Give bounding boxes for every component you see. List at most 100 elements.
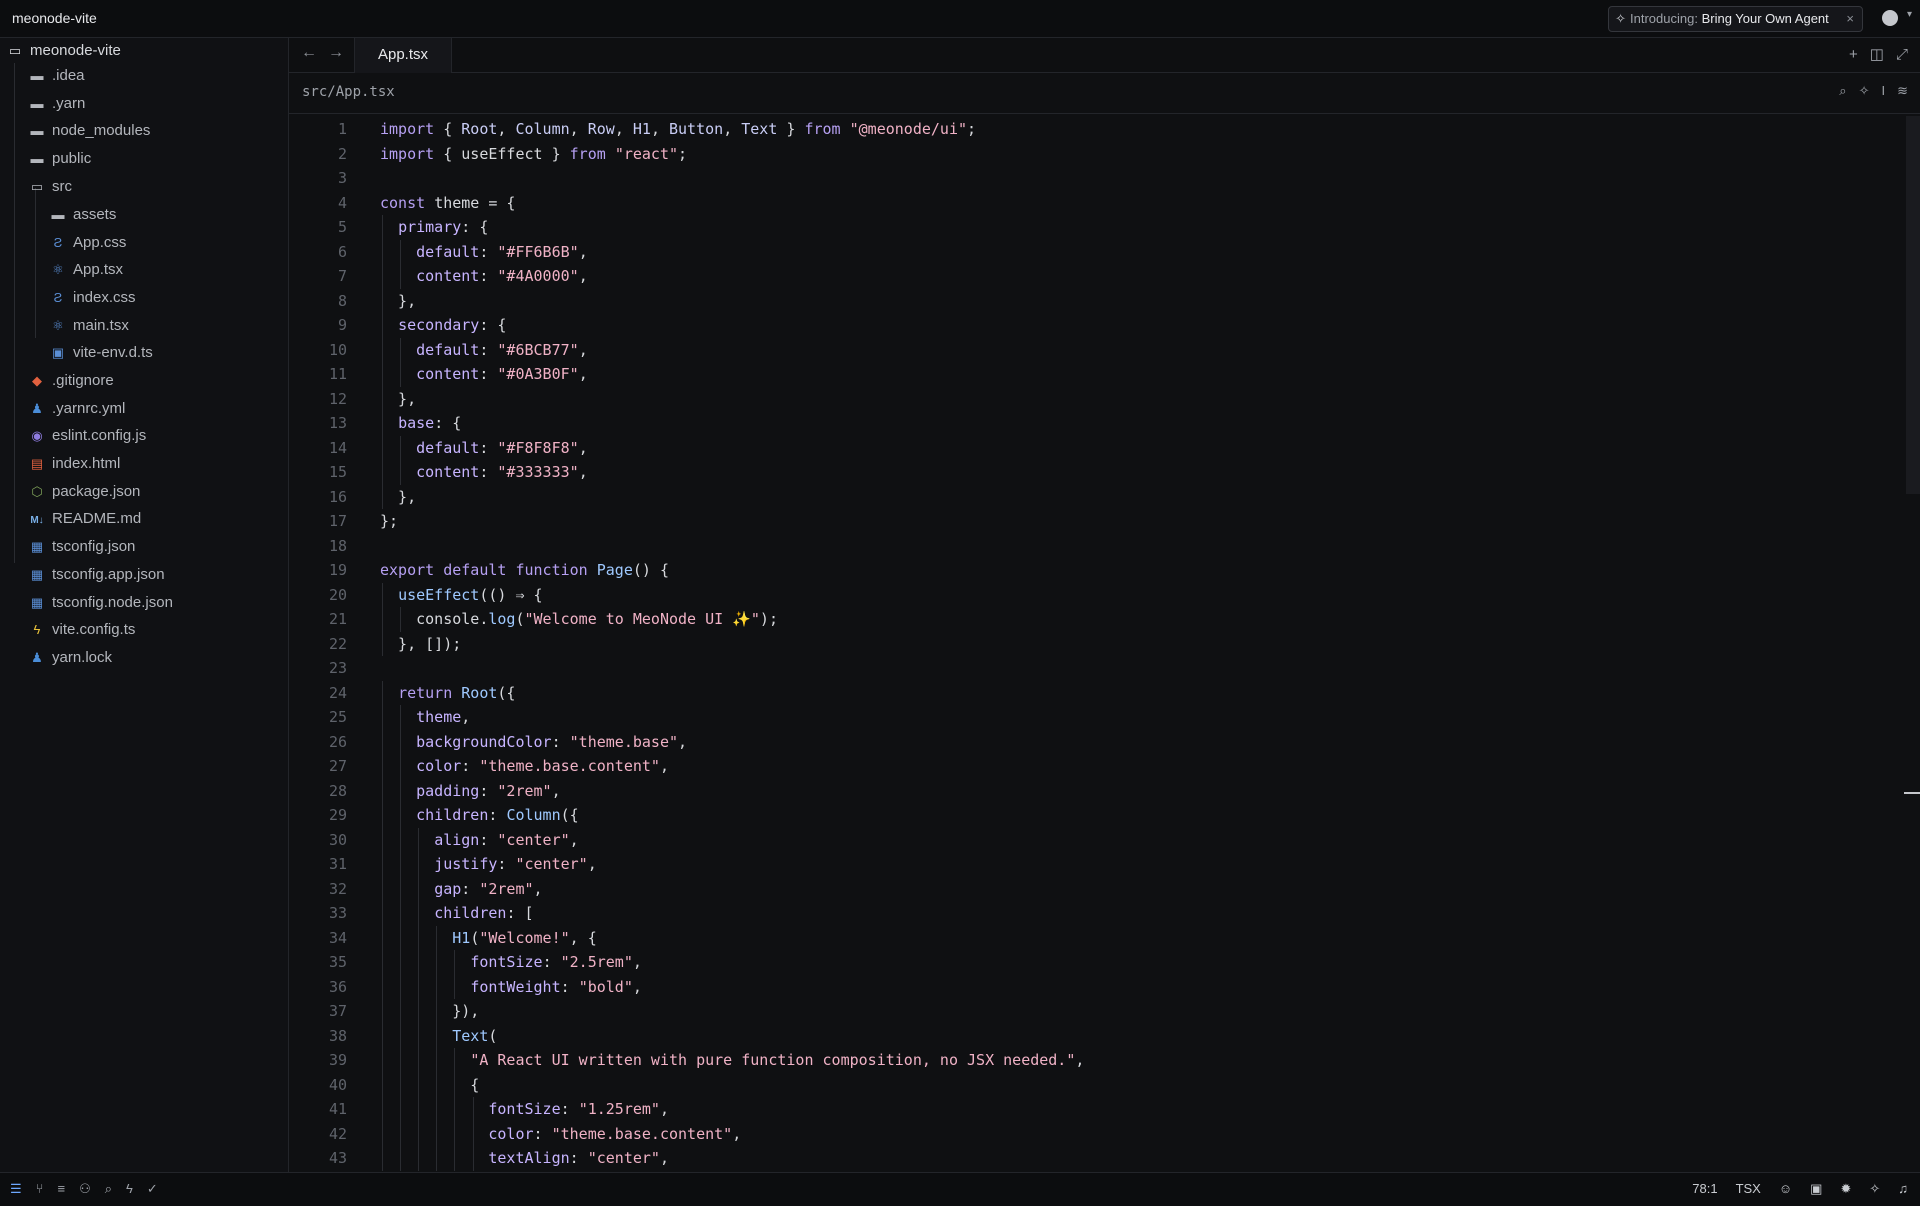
code-line[interactable]: 11 content: "#0A3B0F",: [289, 362, 588, 386]
explorer-icon[interactable]: ☰: [10, 1181, 22, 1196]
code-line[interactable]: 22 }, []);: [289, 632, 461, 656]
code-line[interactable]: 41 fontSize: "1.25rem",: [289, 1097, 669, 1121]
title-bar: meonode-vite ✧ Introducing: Bring Your Ow…: [0, 0, 1920, 38]
forward-arrow-icon[interactable]: →: [328, 44, 344, 62]
tree-item[interactable]: ▬ assets: [49, 202, 117, 228]
tree-item[interactable]: ⚛ App.tsx: [49, 257, 123, 283]
code-line[interactable]: 35 fontSize: "2.5rem",: [289, 950, 642, 974]
code-line[interactable]: 43 textAlign: "center",: [289, 1146, 669, 1170]
code-line[interactable]: 27 color: "theme.base.content",: [289, 754, 669, 778]
tree-item[interactable]: ▬ .yarn: [28, 91, 86, 117]
code-line[interactable]: 2 import { useEffect } from "react";: [289, 142, 687, 166]
split-pane-icon[interactable]: ◫: [1870, 46, 1884, 63]
maximize-icon[interactable]: ⤢: [1896, 46, 1908, 63]
code-line[interactable]: 3: [289, 166, 347, 190]
code-line[interactable]: 42 color: "theme.base.content",: [289, 1122, 741, 1146]
tree-item[interactable]: ◉ eslint.config.js: [28, 423, 146, 449]
code-area[interactable]: 1 import { Root, Column, Row, H1, Button,…: [289, 114, 1920, 1172]
tree-item[interactable]: ▦ tsconfig.json: [28, 534, 136, 560]
search-icon[interactable]: ⌕: [105, 1181, 112, 1196]
code-line[interactable]: 38 Text(: [289, 1024, 497, 1048]
code-line[interactable]: 4 const theme = {: [289, 191, 516, 215]
tree-item[interactable]: ▦ tsconfig.node.json: [28, 590, 173, 616]
notification-bell-icon[interactable]: ♫: [1898, 1181, 1908, 1196]
assistant-icon[interactable]: ✧: [1869, 1181, 1880, 1196]
collab-icon[interactable]: ⚇: [79, 1181, 91, 1196]
code-line[interactable]: 24 return Root({: [289, 681, 516, 705]
copilot-icon[interactable]: ☺: [1779, 1181, 1792, 1196]
terminal-icon[interactable]: ▣: [1810, 1181, 1822, 1196]
code-line[interactable]: 37 }),: [289, 999, 479, 1023]
code-line[interactable]: 40 {: [289, 1073, 479, 1097]
tree-root[interactable]: ▭ meonode-vite: [6, 38, 121, 64]
code-line[interactable]: 39 "A React UI written with pure functio…: [289, 1048, 1084, 1072]
tree-item[interactable]: ⚛ main.tsx: [49, 313, 129, 339]
git-branch-icon[interactable]: ⑂: [36, 1181, 44, 1196]
debug-icon[interactable]: ✹: [1840, 1181, 1851, 1196]
tree-item[interactable]: ◆ .gitignore: [28, 368, 114, 394]
code-line[interactable]: 26 backgroundColor: "theme.base",: [289, 730, 687, 754]
tree-item[interactable]: ♟ .yarnrc.yml: [28, 396, 125, 422]
code-line[interactable]: 32 gap: "2rem",: [289, 877, 543, 901]
code-line[interactable]: 14 default: "#F8F8F8",: [289, 436, 588, 460]
code-line[interactable]: 13 base: {: [289, 411, 461, 435]
code-line[interactable]: 36 fontWeight: "bold",: [289, 975, 642, 999]
code-line[interactable]: 1 import { Root, Column, Row, H1, Button,…: [289, 117, 976, 141]
code-line[interactable]: 25 theme,: [289, 705, 470, 729]
tree-item[interactable]: Ƨindex.css: [49, 285, 136, 311]
code-line[interactable]: 31 justify: "center",: [289, 852, 597, 876]
code-line[interactable]: 10 default: "#6BCB77",: [289, 338, 588, 362]
code-line[interactable]: 15 content: "#333333",: [289, 460, 588, 484]
language-mode[interactable]: TSX: [1736, 1181, 1761, 1196]
tree-item[interactable]: ▭ src: [28, 174, 72, 200]
code-token: :: [461, 757, 480, 775]
tree-item[interactable]: ϟ vite.config.ts: [28, 617, 136, 643]
code-line[interactable]: 18: [289, 534, 347, 558]
tree-item[interactable]: ▣ vite-env.d.ts: [49, 340, 153, 366]
code-token: }),: [380, 1002, 480, 1020]
promo-banner[interactable]: ✧ Introducing: Bring Your Own Agent ×: [1608, 6, 1863, 32]
text-cursor-icon[interactable]: I: [1881, 83, 1885, 98]
tree-item[interactable]: ▬ node_modules: [28, 118, 151, 144]
code-line[interactable]: 20 useEffect(() ⇒ {: [289, 583, 543, 607]
breadcrumb[interactable]: src/App.tsx: [302, 84, 395, 100]
code-line[interactable]: 29 children: Column({: [289, 803, 579, 827]
code-line[interactable]: 16 },: [289, 485, 416, 509]
code-line[interactable]: 12 },: [289, 387, 416, 411]
code-line[interactable]: 19 export default function Page() {: [289, 558, 669, 582]
chevron-down-icon[interactable]: ▾: [1907, 9, 1912, 20]
tree-item[interactable]: ▬ .idea: [28, 63, 85, 89]
code-line[interactable]: 7 content: "#4A0000",: [289, 264, 588, 288]
code-line[interactable]: 28 padding: "2rem",: [289, 779, 561, 803]
search-icon[interactable]: ⌕: [1839, 83, 1846, 98]
tree-item[interactable]: ▦ tsconfig.app.json: [28, 562, 165, 588]
settings-sliders-icon[interactable]: ≋: [1897, 83, 1908, 98]
avatar[interactable]: [1882, 10, 1898, 26]
tree-item[interactable]: ♟ yarn.lock: [28, 645, 112, 671]
code-line[interactable]: 23: [289, 656, 347, 680]
code-line[interactable]: 17};: [289, 509, 398, 533]
scrollbar[interactable]: [1906, 116, 1920, 494]
code-line[interactable]: 21 console.log("Welcome to MeoNode UI ✨"…: [289, 607, 778, 631]
tree-item[interactable]: ▬ public: [28, 146, 92, 172]
assistant-sparkle-icon[interactable]: ✧: [1859, 83, 1870, 98]
tree-item[interactable]: ⬡ package.json: [28, 479, 140, 505]
code-line[interactable]: 5 primary: {: [289, 215, 488, 239]
close-icon[interactable]: ×: [1846, 11, 1854, 26]
code-line[interactable]: 34 H1("Welcome!", {: [289, 926, 597, 950]
code-line[interactable]: 30 align: "center",: [289, 828, 579, 852]
code-line[interactable]: 9 secondary: {: [289, 313, 506, 337]
code-line[interactable]: 33 children: [: [289, 901, 534, 925]
outline-icon[interactable]: ≡: [57, 1181, 65, 1196]
tab-app-tsx[interactable]: App.tsx: [354, 38, 452, 73]
lightning-icon[interactable]: ϟ: [126, 1181, 133, 1196]
tree-item[interactable]: M↓ README.md: [28, 506, 141, 532]
cursor-position[interactable]: 78:1: [1692, 1181, 1717, 1196]
tree-item[interactable]: Ƨ App.css: [49, 230, 127, 256]
code-line[interactable]: 6 default: "#FF6B6B",: [289, 240, 588, 264]
plus-icon[interactable]: +: [1849, 46, 1858, 63]
check-icon[interactable]: ✓: [147, 1181, 158, 1196]
back-arrow-icon[interactable]: ←: [301, 44, 317, 62]
code-line[interactable]: 8 },: [289, 289, 416, 313]
tree-item[interactable]: ▤ index.html: [28, 451, 121, 477]
